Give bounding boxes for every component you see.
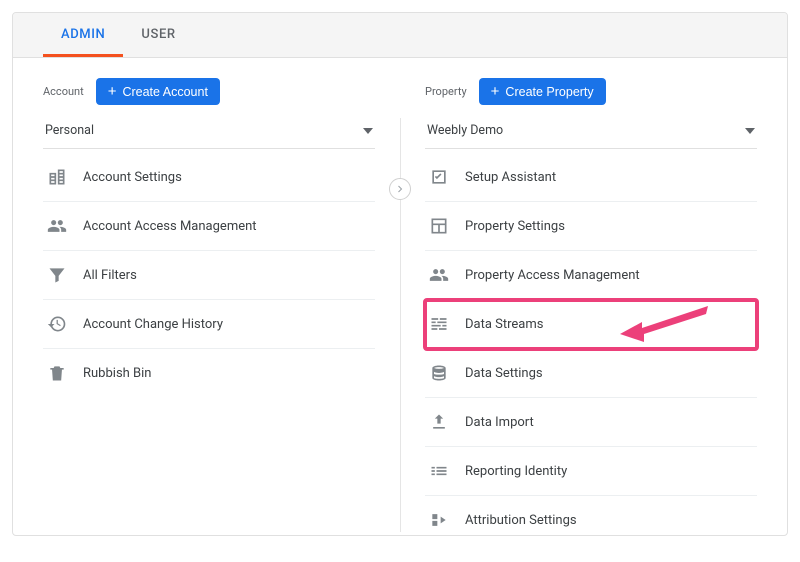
building-icon [47, 167, 67, 187]
property-selector[interactable]: Weebly Demo [425, 117, 757, 149]
admin-body: Account + Create Account Personal Accoun… [13, 58, 787, 532]
menu-all-filters[interactable]: All Filters [43, 251, 375, 300]
identity-icon [429, 461, 449, 481]
account-label: Account [43, 85, 84, 98]
menu-label: Setup Assistant [465, 170, 556, 185]
menu-attribution-settings[interactable]: Attribution Settings [425, 496, 757, 536]
menu-label: Attribution Settings [465, 513, 577, 528]
menu-property-settings[interactable]: Property Settings [425, 202, 757, 251]
menu-label: Property Access Management [465, 268, 640, 283]
checkbox-icon [429, 167, 449, 187]
menu-data-streams[interactable]: Data Streams [425, 300, 757, 349]
property-column: Property + Create Property Weebly Demo S… [395, 58, 787, 532]
property-selected: Weebly Demo [427, 123, 503, 138]
menu-label: Account Change History [83, 317, 223, 332]
account-header: Account + Create Account [43, 78, 375, 105]
plus-icon: + [491, 84, 500, 99]
property-header: Property + Create Property [425, 78, 757, 105]
menu-label: Data Settings [465, 366, 543, 381]
menu-label: Reporting Identity [465, 464, 567, 479]
menu-reporting-identity[interactable]: Reporting Identity [425, 447, 757, 496]
create-property-label: Create Property [505, 85, 593, 99]
history-icon [47, 314, 67, 334]
create-account-button[interactable]: + Create Account [96, 78, 220, 105]
caret-down-icon [745, 128, 755, 134]
menu-data-settings[interactable]: Data Settings [425, 349, 757, 398]
account-column: Account + Create Account Personal Accoun… [13, 58, 395, 532]
database-icon [429, 363, 449, 383]
admin-panel: ADMIN USER Account + Create Account Pers… [12, 12, 788, 536]
menu-account-settings[interactable]: Account Settings [43, 153, 375, 202]
trash-icon [47, 363, 67, 383]
menu-account-access[interactable]: Account Access Management [43, 202, 375, 251]
upload-icon [429, 412, 449, 432]
menu-property-access[interactable]: Property Access Management [425, 251, 757, 300]
menu-label: Rubbish Bin [83, 366, 151, 381]
stream-icon [429, 314, 449, 334]
attribution-icon [429, 510, 449, 530]
menu-data-import[interactable]: Data Import [425, 398, 757, 447]
plus-icon: + [108, 84, 117, 99]
create-property-button[interactable]: + Create Property [479, 78, 606, 105]
menu-label: Account Access Management [83, 219, 257, 234]
property-label: Property [425, 85, 467, 98]
account-selected: Personal [45, 123, 94, 138]
menu-label: Account Settings [83, 170, 182, 185]
caret-down-icon [363, 128, 373, 134]
people-icon [47, 216, 67, 236]
tab-user[interactable]: USER [123, 13, 193, 57]
menu-rubbish-bin[interactable]: Rubbish Bin [43, 349, 375, 397]
filter-icon [47, 265, 67, 285]
menu-change-history[interactable]: Account Change History [43, 300, 375, 349]
menu-label: Data Import [465, 415, 534, 430]
top-tabs: ADMIN USER [13, 13, 787, 58]
menu-label: Property Settings [465, 219, 565, 234]
menu-setup-assistant[interactable]: Setup Assistant [425, 153, 757, 202]
create-account-label: Create Account [122, 85, 207, 99]
collapse-toggle[interactable] [389, 178, 411, 200]
property-menu: Setup Assistant Property Settings Proper… [425, 153, 757, 536]
tab-admin[interactable]: ADMIN [43, 13, 123, 57]
menu-label: All Filters [83, 268, 137, 283]
layout-icon [429, 216, 449, 236]
menu-label: Data Streams [465, 317, 543, 332]
account-menu: Account Settings Account Access Manageme… [43, 153, 375, 397]
account-selector[interactable]: Personal [43, 117, 375, 149]
people-icon [429, 265, 449, 285]
